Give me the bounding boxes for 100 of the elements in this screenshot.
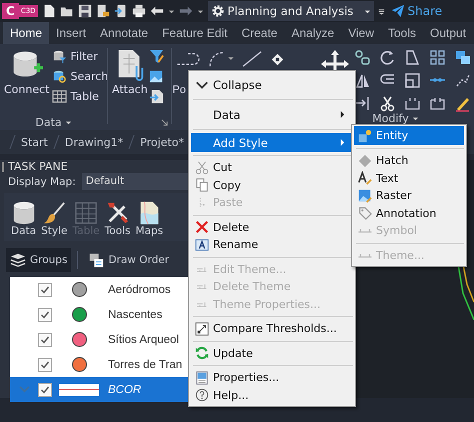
menu-item[interactable]: Rename bbox=[191, 236, 353, 254]
ribbon-tab[interactable]: Output bbox=[423, 22, 474, 44]
checkmark-icon bbox=[40, 310, 50, 320]
caret-icon bbox=[412, 115, 419, 122]
gear-icon bbox=[210, 4, 225, 18]
wrench-hammer-icon bbox=[106, 201, 130, 225]
database-icon bbox=[12, 201, 36, 225]
pane-title: TASK PANE bbox=[8, 160, 68, 173]
document-tab[interactable]: Projeto* bbox=[140, 136, 184, 148]
grid-icon bbox=[74, 201, 98, 225]
attach-button[interactable]: Attach bbox=[110, 47, 149, 130]
groups-button[interactable]: Groups bbox=[6, 248, 72, 272]
checkmark-icon bbox=[40, 334, 50, 344]
menu-icon[interactable] bbox=[378, 8, 385, 14]
style-button[interactable]: Style bbox=[40, 201, 68, 237]
array-icon[interactable] bbox=[428, 49, 446, 66]
ribbon-tab[interactable]: Tools bbox=[380, 22, 423, 44]
menu-item[interactable]: Raster bbox=[354, 187, 464, 204]
layer-name: BCOR bbox=[108, 384, 142, 396]
ribbon-tab[interactable]: Analyze bbox=[284, 22, 342, 44]
visibility-checkbox[interactable] bbox=[38, 308, 52, 322]
help-icon bbox=[195, 388, 209, 402]
workspace-dropdown[interactable]: Planning and Analysis bbox=[208, 1, 374, 21]
ribbon-tab[interactable]: Feature Edit bbox=[155, 22, 234, 44]
print-icon[interactable] bbox=[132, 4, 146, 18]
tool-label: Tools bbox=[104, 225, 130, 237]
workspace-name: Planning and Analysis bbox=[228, 4, 354, 18]
pencil-icon[interactable] bbox=[454, 95, 471, 112]
menu-item[interactable]: Compare Thresholds... bbox=[191, 320, 353, 338]
hatch-icon bbox=[358, 154, 372, 168]
paper-plane-icon bbox=[390, 4, 405, 18]
app-logo[interactable]: C bbox=[2, 3, 19, 19]
caret-icon[interactable] bbox=[196, 8, 204, 14]
layer-order-icon bbox=[88, 252, 104, 268]
properties-icon bbox=[195, 370, 209, 385]
funnel-icon[interactable] bbox=[148, 49, 164, 64]
visibility-checkbox[interactable] bbox=[38, 282, 52, 296]
tool-label: Maps bbox=[135, 225, 164, 237]
draw-order-button[interactable]: Draw Order bbox=[84, 248, 174, 272]
menu-item[interactable]: Add Style bbox=[191, 133, 353, 152]
line-style-swatch bbox=[59, 384, 99, 396]
layers-icon[interactable] bbox=[454, 49, 471, 66]
data-button[interactable]: Data bbox=[10, 201, 38, 237]
ribbon-tab[interactable]: Insert bbox=[49, 22, 94, 44]
document-tab[interactable]: Start bbox=[21, 136, 48, 148]
mirror-icon[interactable] bbox=[354, 72, 371, 89]
tool-label: Data bbox=[11, 225, 36, 237]
tool-label[interactable]: Po bbox=[172, 84, 186, 96]
undo-icon[interactable] bbox=[150, 4, 164, 18]
scissors-icon bbox=[195, 160, 209, 175]
paste-icon bbox=[199, 196, 205, 209]
document-tab[interactable]: Drawing1* bbox=[64, 136, 124, 148]
caret-icon bbox=[64, 118, 72, 126]
menu-item[interactable]: Hatch bbox=[354, 152, 464, 170]
raster-icon bbox=[358, 188, 372, 203]
menu-item[interactable]: Entity bbox=[354, 126, 464, 145]
delete-icon bbox=[195, 220, 209, 234]
database-filter-icon bbox=[52, 49, 68, 64]
visibility-checkbox[interactable] bbox=[38, 332, 52, 346]
stacked-layers-icon bbox=[10, 252, 26, 268]
maps-button[interactable]: Maps bbox=[134, 201, 164, 237]
display-map-label: Display Map: bbox=[8, 176, 76, 188]
ribbon-tab[interactable]: View bbox=[341, 22, 381, 44]
redo-icon[interactable] bbox=[178, 4, 193, 18]
visibility-checkbox[interactable] bbox=[38, 382, 52, 396]
checkmark-icon bbox=[40, 384, 50, 394]
menu-item[interactable]: Collapse bbox=[191, 73, 353, 96]
menu-item[interactable]: Text bbox=[354, 170, 464, 187]
entity-style-icon bbox=[358, 128, 372, 142]
menu-item[interactable]: Delete bbox=[191, 218, 353, 236]
ribbon-tab[interactable]: Home bbox=[3, 22, 50, 44]
text-style-icon bbox=[358, 171, 372, 186]
table-button[interactable]: Table bbox=[52, 87, 108, 106]
scissors-icon[interactable] bbox=[378, 95, 396, 112]
image-icon[interactable] bbox=[148, 69, 164, 84]
save-icon[interactable] bbox=[78, 4, 92, 18]
rename-icon bbox=[195, 238, 209, 252]
device-icon[interactable] bbox=[114, 4, 128, 18]
menu-item[interactable]: Annotation bbox=[354, 204, 464, 222]
document-arrow-icon[interactable] bbox=[148, 89, 164, 104]
arc-icon[interactable] bbox=[207, 50, 236, 68]
checkmark-icon bbox=[40, 284, 50, 294]
layer-name: Sítios Arqueol bbox=[108, 334, 179, 346]
diamond-icon[interactable] bbox=[271, 52, 284, 66]
group-label[interactable]: Data bbox=[3, 114, 104, 130]
visibility-checkbox[interactable] bbox=[38, 358, 52, 372]
dialog-launcher-icon[interactable] bbox=[161, 119, 168, 126]
ribbon-tab[interactable]: Annotate bbox=[93, 22, 156, 44]
database-search-icon bbox=[52, 69, 68, 84]
tool-label: Style bbox=[41, 225, 68, 237]
connect-button[interactable]: Connect bbox=[3, 47, 50, 114]
ribbon-tab[interactable]: Create bbox=[234, 22, 284, 44]
share-button[interactable]: Share bbox=[388, 4, 444, 18]
caret-icon[interactable] bbox=[168, 8, 175, 14]
menu-item[interactable]: Update bbox=[191, 344, 353, 362]
save-as-icon[interactable] bbox=[96, 4, 110, 18]
new-file-icon[interactable] bbox=[42, 4, 56, 18]
tag-icon bbox=[358, 206, 372, 220]
rotate-icon[interactable] bbox=[378, 49, 396, 66]
tools-button[interactable]: Tools bbox=[104, 201, 132, 237]
